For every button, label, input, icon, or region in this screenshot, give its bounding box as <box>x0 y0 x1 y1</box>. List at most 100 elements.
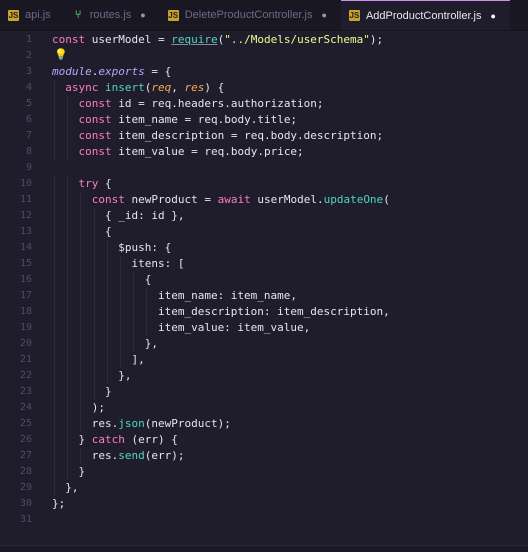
indent-guide <box>106 304 108 320</box>
code-line[interactable]: 21 ], <box>0 352 528 368</box>
code-token: userModel. <box>257 193 324 206</box>
code-text: ], <box>52 352 144 368</box>
indent-guide <box>133 304 135 320</box>
code-line[interactable]: 13 { <box>0 224 528 240</box>
line-number: 5 <box>25 98 32 109</box>
indent-guide <box>80 368 82 384</box>
code-line[interactable]: 25 res.json(newProduct); <box>0 416 528 432</box>
tab-api-js[interactable]: JS api.js <box>0 0 65 30</box>
code-line[interactable]: 27 res.send(err); <box>0 448 528 464</box>
tab-routes-js[interactable]: ⑂ routes.js ● <box>65 0 160 30</box>
indent-guide <box>67 96 69 112</box>
code-token: (err); <box>144 449 185 462</box>
indent-guide <box>67 416 69 432</box>
code-line[interactable]: 29 }, <box>0 480 528 496</box>
indent-guide <box>80 192 82 208</box>
code-line[interactable]: 28 } <box>0 464 528 480</box>
unsaved-dot-icon[interactable]: ● <box>322 10 327 20</box>
editor-tab-bar: JS api.js ⑂ routes.js ● JS DeleteProductContro… <box>0 0 528 31</box>
tab-label: routes.js <box>89 9 132 21</box>
indent-guide <box>67 304 69 320</box>
indent-guide <box>106 336 108 352</box>
code-line[interactable]: 8 const item_value = req.body.price; <box>0 144 528 160</box>
unsaved-dot-icon[interactable]: ● <box>140 10 145 20</box>
code-line[interactable]: 26 } catch (err) { <box>0 432 528 448</box>
unsaved-dot-icon[interactable]: ● <box>491 11 496 21</box>
code-line[interactable]: 12 { _id: id }, <box>0 208 528 224</box>
code-line[interactable]: 3 module.exports = { <box>0 64 528 80</box>
horizontal-scrollbar[interactable] <box>0 545 528 552</box>
line-number: 10 <box>19 178 32 189</box>
tab-deleteproductcontroller-js[interactable]: JS DeleteProductController.js ● <box>160 0 341 30</box>
code-line[interactable]: 7 const item_description = req.body.desc… <box>0 128 528 144</box>
code-line[interactable]: 24 ); <box>0 400 528 416</box>
line-number: 31 <box>19 514 32 525</box>
indent-guide <box>93 256 95 272</box>
line-number: 18 <box>19 306 32 317</box>
code-text: } <box>52 384 112 400</box>
tab-addproductcontroller-js[interactable]: JS AddProductController.js ● <box>340 0 510 30</box>
indent-guide <box>93 304 95 320</box>
indent-guide <box>106 352 108 368</box>
indent-guide <box>80 256 82 272</box>
code-line[interactable]: 19 item_value: item_value, <box>0 320 528 336</box>
code-line[interactable]: 23 } <box>0 384 528 400</box>
code-line[interactable]: 18 item_description: item_description, <box>0 304 528 320</box>
indent-guide <box>80 352 82 368</box>
indent-guide <box>54 464 55 480</box>
line-number: 20 <box>19 338 32 349</box>
code-line[interactable]: 5 const id = req.headers.authorization; <box>0 96 528 112</box>
code-line[interactable]: 6 const item_name = req.body.title; <box>0 112 528 128</box>
code-token: insert <box>105 81 145 94</box>
code-line[interactable]: 1 const userModel = require("../Models/us… <box>0 32 528 48</box>
indent-guide <box>133 288 135 304</box>
indent-guide <box>93 368 95 384</box>
code-token: try <box>78 177 105 190</box>
code-line[interactable]: 22 }, <box>0 368 528 384</box>
code-text: const item_name = req.body.title; <box>52 112 298 128</box>
indent-guide <box>106 288 108 304</box>
code-text: item_description: item_description, <box>52 304 390 320</box>
code-line[interactable]: 20 }, <box>0 336 528 352</box>
indent-guide <box>67 272 69 288</box>
line-number: 4 <box>25 82 32 93</box>
indent-guide <box>133 336 135 352</box>
code-line[interactable]: 11 const newProduct = await userModel.up… <box>0 192 528 208</box>
line-number: 9 <box>25 162 32 173</box>
code-text: const newProduct = await userModel.updat… <box>52 192 390 208</box>
indent-guide <box>67 400 69 416</box>
code-token: res <box>184 81 205 94</box>
indent-guide <box>67 448 69 464</box>
indent-guide <box>67 224 69 240</box>
code-line[interactable]: 4 async insert(req, res) { <box>0 80 528 96</box>
indent-guide <box>106 368 108 384</box>
line-number: 22 <box>19 370 32 381</box>
code-editor[interactable]: 💡 1 const userModel = require("../Models/… <box>0 30 528 552</box>
code-token: require <box>171 33 218 46</box>
code-text: { _id: id }, <box>52 208 184 224</box>
indent-guide <box>54 208 55 224</box>
indent-guide <box>80 224 82 240</box>
code-line[interactable]: 10 try { <box>0 176 528 192</box>
indent-guide <box>120 288 121 304</box>
code-line[interactable]: 14 $push: { <box>0 240 528 256</box>
code-line[interactable]: 30}; <box>0 496 528 512</box>
code-line[interactable]: 31 <box>0 512 528 528</box>
line-number: 17 <box>19 290 32 301</box>
indent-guide <box>106 240 108 256</box>
code-line[interactable]: 17 item_name: item_name, <box>0 288 528 304</box>
indent-guide <box>133 320 135 336</box>
code-line[interactable]: 2 <box>0 48 528 64</box>
code-token: { <box>105 177 112 190</box>
indent-guide <box>67 320 69 336</box>
code-token: newProduct = <box>131 193 218 206</box>
code-line[interactable]: 15 itens: [ <box>0 256 528 272</box>
code-line[interactable]: 16 { <box>0 272 528 288</box>
code-token: const <box>78 113 119 126</box>
line-number: 16 <box>19 274 32 285</box>
indent-guide <box>67 256 69 272</box>
code-token: item_description: item_description, <box>52 305 390 318</box>
code-line[interactable]: 9 <box>0 160 528 176</box>
code-text: } catch (err) { <box>52 432 177 448</box>
